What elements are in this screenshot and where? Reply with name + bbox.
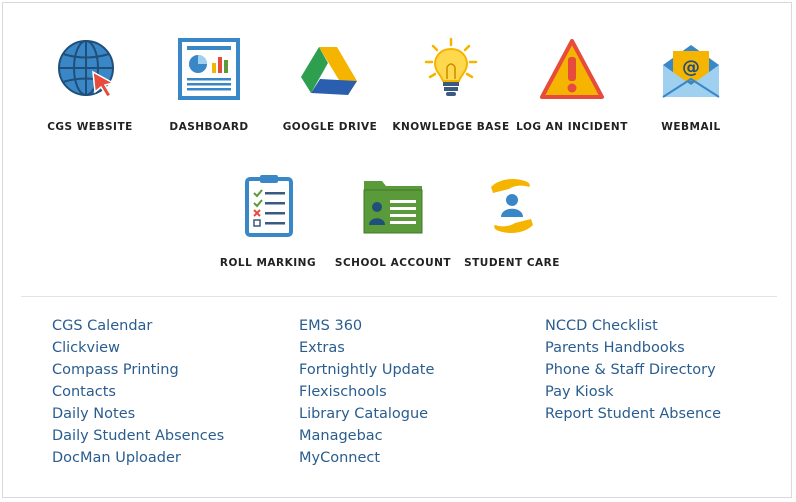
warning-icon: [540, 39, 604, 99]
tile-label: STUDENT CARE: [464, 257, 560, 269]
list-item: Managebac: [299, 424, 434, 446]
tile-log-an-incident[interactable]: LOG AN INCIDENT: [507, 37, 637, 147]
link-docman-uploader[interactable]: DocMan Uploader: [52, 450, 181, 466]
google-drive-icon: [301, 47, 357, 95]
link-parents-handbooks[interactable]: Parents Handbooks: [545, 340, 685, 356]
list-item: Extras: [299, 336, 434, 358]
link-library-catalogue[interactable]: Library Catalogue: [299, 406, 428, 422]
links-column-3: NCCD Checklist Parents Handbooks Phone &…: [545, 314, 721, 424]
link-extras[interactable]: Extras: [299, 340, 345, 356]
list-item: EMS 360: [299, 314, 434, 336]
list-item: Daily Notes: [52, 402, 224, 424]
tile-label: DASHBOARD: [169, 121, 249, 133]
link-daily-notes[interactable]: Daily Notes: [52, 406, 135, 422]
link-nccd-checklist[interactable]: NCCD Checklist: [545, 318, 658, 334]
tile-google-drive[interactable]: GOOGLE DRIVE: [265, 37, 395, 147]
tile-label: LOG AN INCIDENT: [516, 121, 628, 133]
quick-links-panel: CGS WEBSITE DASHBOARD GOOGLE DRIVE KNOWL…: [2, 2, 792, 498]
tile-label: WEBMAIL: [661, 121, 721, 133]
link-daily-student-absences[interactable]: Daily Student Absences: [52, 428, 224, 444]
svg-text:@: @: [682, 57, 700, 78]
list-item: Clickview: [52, 336, 224, 358]
link-report-student-absence[interactable]: Report Student Absence: [545, 406, 721, 422]
tile-knowledge-base[interactable]: KNOWLEDGE BASE: [386, 37, 516, 147]
tile-roll-marking[interactable]: ROLL MARKING: [203, 173, 333, 283]
tile-school-account[interactable]: SCHOOL ACCOUNT: [328, 173, 458, 283]
list-item: Fortnightly Update: [299, 358, 434, 380]
link-managebac[interactable]: Managebac: [299, 428, 383, 444]
tile-dashboard[interactable]: DASHBOARD: [144, 37, 274, 147]
lightbulb-icon: [424, 37, 478, 96]
list-item: Phone & Staff Directory: [545, 358, 721, 380]
link-myconnect[interactable]: MyConnect: [299, 450, 380, 466]
list-item: Library Catalogue: [299, 402, 434, 424]
globe-cursor-icon: [58, 40, 116, 98]
tile-label: ROLL MARKING: [219, 257, 317, 269]
list-item: Contacts: [52, 380, 224, 402]
list-item: Compass Printing: [52, 358, 224, 380]
dashboard-chart-icon: [178, 38, 240, 100]
list-item: NCCD Checklist: [545, 314, 721, 336]
link-fortnightly-update[interactable]: Fortnightly Update: [299, 362, 434, 378]
list-item: CGS Calendar: [52, 314, 224, 336]
link-ems-360[interactable]: EMS 360: [299, 318, 362, 334]
caring-hands-icon: [491, 179, 533, 233]
tile-student-care[interactable]: STUDENT CARE: [447, 173, 577, 283]
links-column-1: CGS Calendar Clickview Compass Printing …: [52, 314, 224, 468]
list-item: Report Student Absence: [545, 402, 721, 424]
list-item: Flexischools: [299, 380, 434, 402]
link-cgs-calendar[interactable]: CGS Calendar: [52, 318, 152, 334]
link-clickview[interactable]: Clickview: [52, 340, 120, 356]
list-item: MyConnect: [299, 446, 434, 468]
list-item: Pay Kiosk: [545, 380, 721, 402]
tile-label: CGS WEBSITE: [47, 121, 133, 133]
section-divider: [21, 296, 777, 297]
tile-label: KNOWLEDGE BASE: [392, 121, 510, 133]
link-compass-printing[interactable]: Compass Printing: [52, 362, 179, 378]
list-item: DocMan Uploader: [52, 446, 224, 468]
list-item: Daily Student Absences: [52, 424, 224, 446]
list-item: Parents Handbooks: [545, 336, 721, 358]
tile-label: GOOGLE DRIVE: [282, 121, 378, 133]
tile-webmail[interactable]: @ WEBMAIL: [626, 37, 756, 147]
link-phone-staff-directory[interactable]: Phone & Staff Directory: [545, 362, 716, 378]
mail-icon: @: [662, 45, 720, 98]
clipboard-checklist-icon: [245, 175, 293, 237]
link-flexischools[interactable]: Flexischools: [299, 384, 387, 400]
id-folder-icon: [363, 181, 423, 234]
links-column-2: EMS 360 Extras Fortnightly Update Flexis…: [299, 314, 434, 468]
tile-label: SCHOOL ACCOUNT: [334, 257, 452, 269]
link-contacts[interactable]: Contacts: [52, 384, 116, 400]
link-pay-kiosk[interactable]: Pay Kiosk: [545, 384, 614, 400]
tile-cgs-website[interactable]: CGS WEBSITE: [25, 37, 155, 147]
